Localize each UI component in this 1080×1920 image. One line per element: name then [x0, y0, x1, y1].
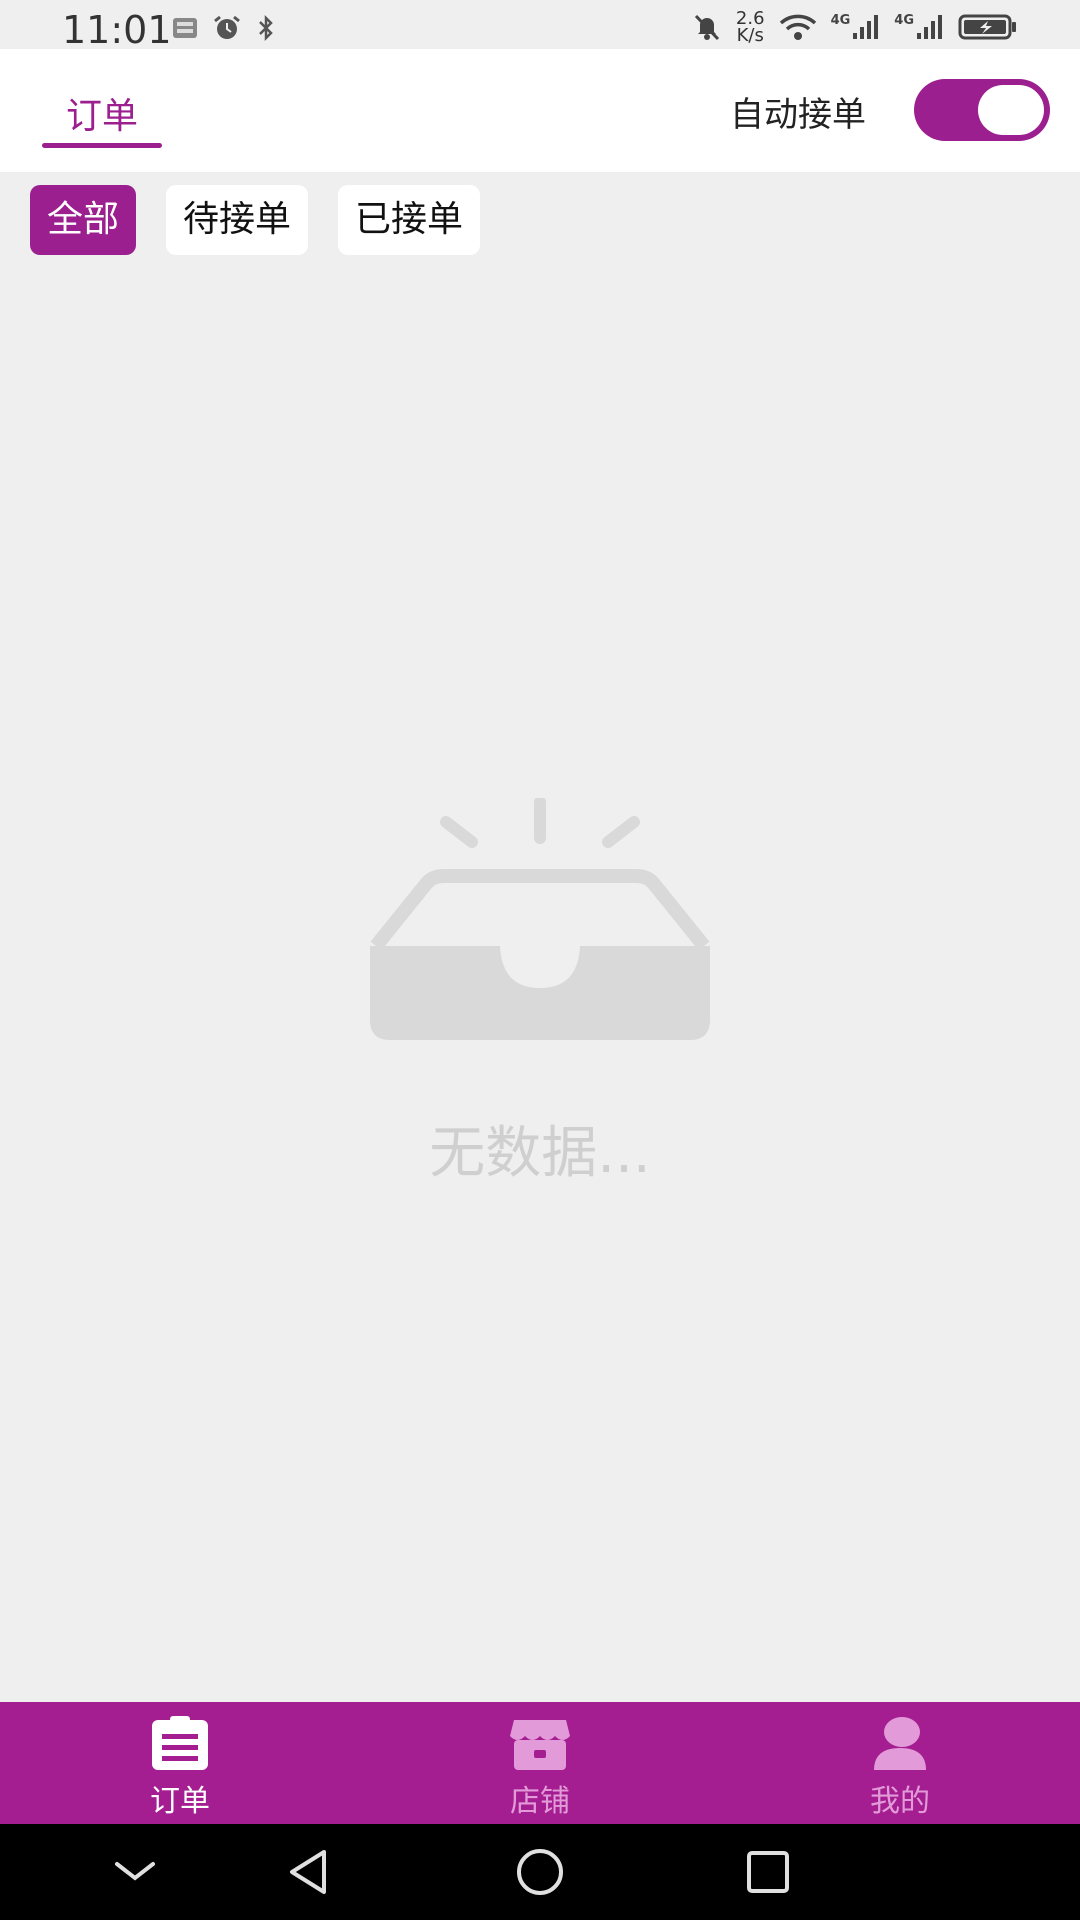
nav-store-label: 店铺 [510, 1784, 570, 1819]
clipboard-icon [152, 1716, 208, 1770]
filter-pending[interactable]: 待接单 [166, 185, 309, 255]
sim2-label: 4G [894, 13, 914, 28]
signal-sim1: 4G [831, 13, 881, 41]
system-nav-bar [0, 1824, 1080, 1920]
filter-accepted[interactable]: 已接单 [338, 185, 481, 255]
net-speed-unit: K/s [736, 25, 764, 46]
signal-icon [917, 15, 942, 39]
bluetooth-icon [259, 14, 273, 42]
sim1-label: 4G [830, 13, 851, 28]
person-icon [874, 1717, 926, 1770]
nav-store[interactable]: 店铺 [440, 1702, 640, 1824]
net-speed: 2.6 K/s [736, 10, 765, 46]
status-bar: 11:01 2.6 K/s 4G 4G [0, 0, 1080, 52]
empty-state-text: 无数据... [429, 1121, 651, 1186]
alarm-icon [214, 15, 240, 39]
status-time: 11:01 [62, 8, 172, 52]
auto-accept-label: 自动接单 [730, 95, 866, 135]
home-icon[interactable] [510, 1842, 570, 1902]
top-header: 订单 自动接单 [0, 49, 1080, 172]
empty-inbox-icon [370, 798, 710, 1040]
tab-orders-label: 订单 [65, 96, 138, 137]
nav-mine[interactable]: 我的 [800, 1702, 1000, 1824]
signal-icon [853, 15, 879, 39]
storefront-icon [510, 1720, 570, 1770]
wifi-icon [779, 14, 816, 40]
toggle-knob [978, 85, 1044, 135]
tab-orders[interactable]: 订单 [42, 49, 162, 172]
bottom-nav: 订单 店铺 我的 [0, 1702, 1080, 1824]
nav-orders[interactable]: 订单 [80, 1702, 280, 1824]
battery-charging-icon [958, 14, 1016, 40]
nav-orders-label: 订单 [150, 1784, 210, 1819]
signal-sim2: 4G [894, 13, 944, 41]
recents-icon[interactable] [738, 1842, 798, 1902]
hmos-icon [173, 18, 197, 38]
tab-active-indicator [42, 143, 162, 148]
screen: 11:01 2.6 K/s 4G 4G 订单 自动接单 全部 待接单 已接单 无… [0, 0, 1080, 1920]
nav-mine-label: 我的 [870, 1784, 930, 1819]
order-filters: 全部 待接单 已接单 [30, 185, 481, 255]
status-left-icons [172, 14, 276, 42]
mute-bell-icon [694, 14, 720, 41]
status-right-icons: 2.6 K/s 4G 4G [692, 10, 1018, 46]
back-icon[interactable] [280, 1842, 340, 1902]
auto-accept-toggle[interactable] [914, 79, 1050, 141]
filter-all[interactable]: 全部 [30, 185, 137, 255]
chevron-down-icon[interactable] [105, 1842, 165, 1902]
